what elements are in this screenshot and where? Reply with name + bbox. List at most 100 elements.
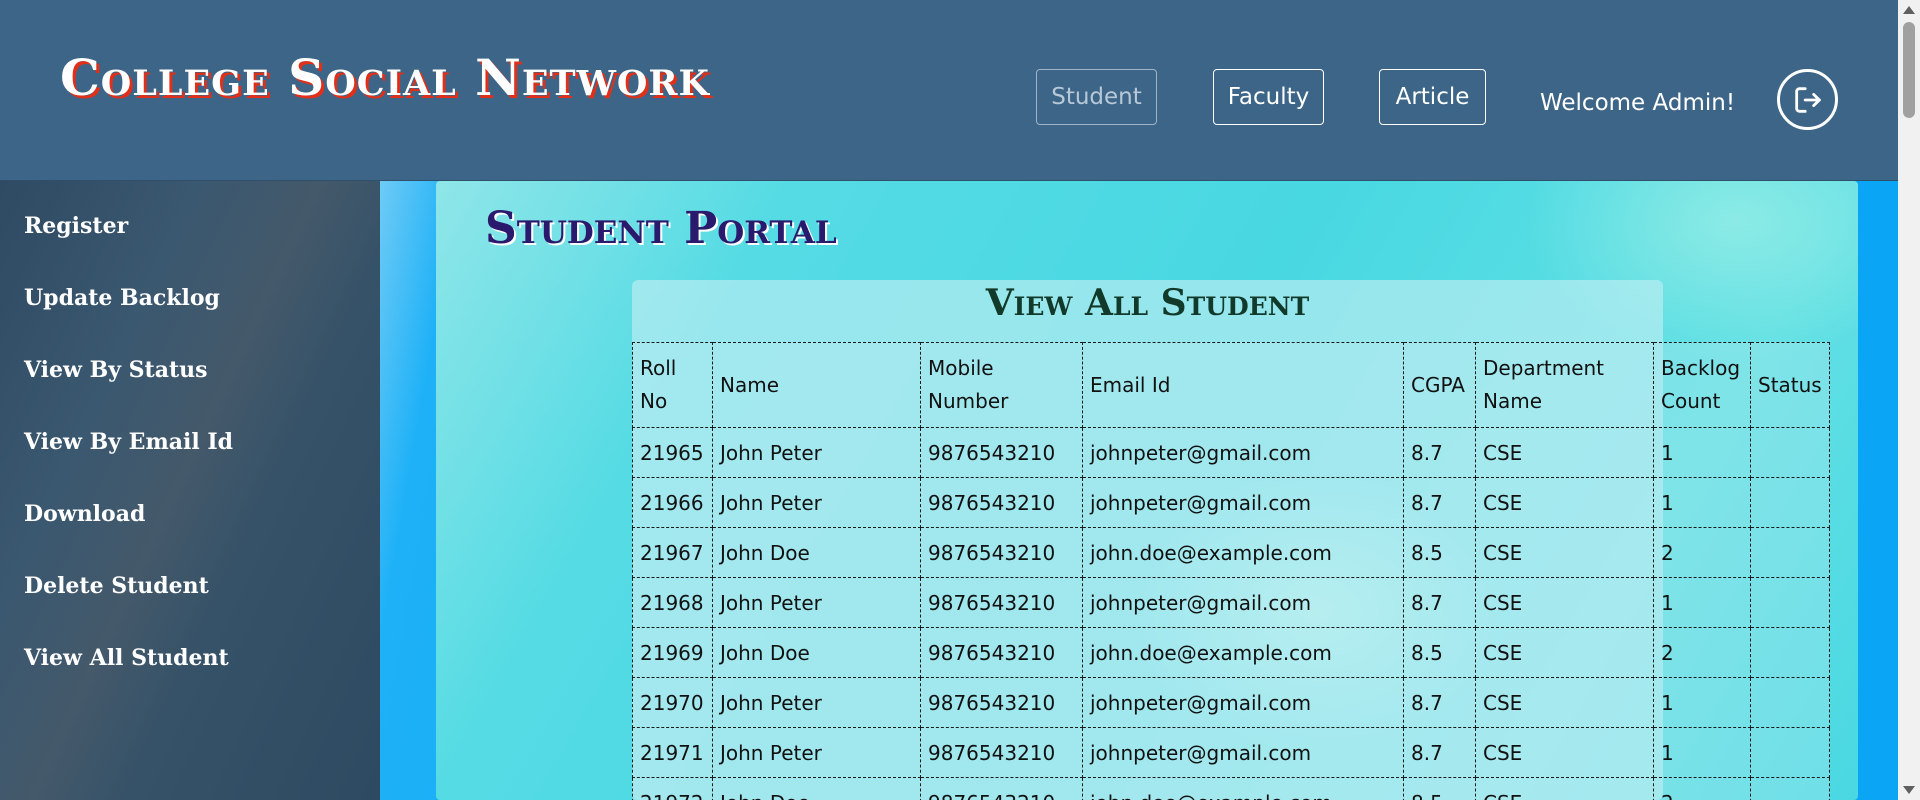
table-cell: 21969 <box>632 627 713 678</box>
table-header-row: Roll No Name Mobile Number Email Id CGPA… <box>632 342 1830 428</box>
student-table-wrapper: Roll No Name Mobile Number Email Id CGPA… <box>632 342 1830 800</box>
table-cell: 8.5 <box>1403 777 1476 800</box>
table-cell: 2 <box>1653 777 1751 800</box>
page-scrollbar[interactable] <box>1898 0 1920 800</box>
table-row: 21965 John Peter 9876543210 johnpeter@gmail… <box>632 427 1830 478</box>
table-cell: CSE <box>1475 527 1654 578</box>
table-cell: 8.7 <box>1403 577 1476 628</box>
table-cell: 1 <box>1653 427 1751 478</box>
table-cell <box>1750 627 1830 678</box>
table-cell: 9876543210 <box>920 527 1083 578</box>
table-cell: 8.7 <box>1403 677 1476 728</box>
table-cell: CSE <box>1475 777 1654 800</box>
scroll-down-icon[interactable] <box>1903 786 1915 794</box>
table-cell: 8.7 <box>1403 427 1476 478</box>
table-cell: johnpeter@gmail.com <box>1082 427 1404 478</box>
table-row: 21968 John Peter 9876543210 johnpeter@gmail… <box>632 577 1830 628</box>
table-row: 21971 John Peter 9876543210 johnpeter@gmail… <box>632 727 1830 778</box>
logout-button[interactable] <box>1777 69 1838 130</box>
table-cell <box>1750 777 1830 800</box>
table-cell: john.doe@example.com <box>1082 777 1404 800</box>
table-row: 21966 John Peter 9876543210 johnpeter@gmail… <box>632 477 1830 528</box>
table-cell: 2 <box>1653 527 1751 578</box>
column-header: Roll No <box>632 342 713 428</box>
brand-title: College Social Network <box>60 48 710 107</box>
top-header: College Social Network Student Faculty A… <box>0 0 1898 181</box>
nav-article-button[interactable]: Article <box>1379 69 1486 125</box>
sidebar-item-view-by-status[interactable]: View By Status <box>24 357 208 383</box>
table-cell: johnpeter@gmail.com <box>1082 677 1404 728</box>
welcome-text: Welcome Admin! <box>1540 90 1736 116</box>
table-cell <box>1750 477 1830 528</box>
table-cell <box>1750 677 1830 728</box>
table-cell: john.doe@example.com <box>1082 527 1404 578</box>
page-title: Student Portal <box>485 203 837 254</box>
sidebar-item-view-by-email[interactable]: View By Email Id <box>24 429 233 455</box>
table-cell: 21966 <box>632 477 713 528</box>
table-cell: 8.5 <box>1403 527 1476 578</box>
table-cell: CSE <box>1475 477 1654 528</box>
column-header: Status <box>1750 342 1830 428</box>
sidebar-item-download[interactable]: Download <box>24 501 145 527</box>
table-cell: john.doe@example.com <box>1082 627 1404 678</box>
table-cell: 1 <box>1653 727 1751 778</box>
table-cell: 1 <box>1653 577 1751 628</box>
table-row: 21969 John Doe 9876543210 john.doe@example.… <box>632 627 1830 678</box>
table-cell: 9876543210 <box>920 727 1083 778</box>
table-cell: 21972 <box>632 777 713 800</box>
table-cell: John Peter <box>712 427 921 478</box>
sidebar-item-register[interactable]: Register <box>24 213 128 239</box>
student-table: Roll No Name Mobile Number Email Id CGPA… <box>632 342 1830 800</box>
table-cell: John Peter <box>712 477 921 528</box>
scroll-up-icon[interactable] <box>1903 6 1915 14</box>
table-cell: 8.7 <box>1403 477 1476 528</box>
table-cell: John Peter <box>712 677 921 728</box>
table-cell: John Doe <box>712 627 921 678</box>
table-cell: 9876543210 <box>920 477 1083 528</box>
table-cell <box>1750 727 1830 778</box>
table-cell: CSE <box>1475 677 1654 728</box>
card-title: View All Student <box>985 282 1310 324</box>
table-cell <box>1750 527 1830 578</box>
table-cell: 21968 <box>632 577 713 628</box>
table-cell: CSE <box>1475 577 1654 628</box>
table-cell: 9876543210 <box>920 627 1083 678</box>
table-cell: 21970 <box>632 677 713 728</box>
sidebar: Register Update Backlog View By Status V… <box>0 181 380 800</box>
table-cell: 9876543210 <box>920 577 1083 628</box>
table-cell: 21971 <box>632 727 713 778</box>
table-cell: 1 <box>1653 677 1751 728</box>
column-header: CGPA <box>1403 342 1476 428</box>
table-cell <box>1750 427 1830 478</box>
table-cell: 2 <box>1653 627 1751 678</box>
column-header: Mobile Number <box>920 342 1083 428</box>
table-cell: johnpeter@gmail.com <box>1082 577 1404 628</box>
nav-faculty-button[interactable]: Faculty <box>1213 69 1324 125</box>
table-row: 21970 John Peter 9876543210 johnpeter@gmail… <box>632 677 1830 728</box>
column-header: Backlog Count <box>1653 342 1751 428</box>
table-cell: CSE <box>1475 727 1654 778</box>
sidebar-item-view-all-student[interactable]: View All Student <box>24 645 229 671</box>
nav-student-button[interactable]: Student <box>1036 69 1157 125</box>
table-cell: John Peter <box>712 727 921 778</box>
table-cell: 21965 <box>632 427 713 478</box>
table-cell: johnpeter@gmail.com <box>1082 727 1404 778</box>
table-cell: 9876543210 <box>920 777 1083 800</box>
column-header: Name <box>712 342 921 428</box>
table-cell: John Peter <box>712 577 921 628</box>
table-cell: 9876543210 <box>920 427 1083 478</box>
table-cell: johnpeter@gmail.com <box>1082 477 1404 528</box>
table-row: 21972John Doe9876543210john.doe@example.… <box>632 777 1830 800</box>
scroll-thumb[interactable] <box>1903 22 1915 118</box>
table-cell: John Doe <box>712 527 921 578</box>
table-row: 21967 John Doe 9876543210 john.doe@example.… <box>632 527 1830 578</box>
table-cell: 21967 <box>632 527 713 578</box>
sidebar-item-update-backlog[interactable]: Update Backlog <box>24 285 220 311</box>
column-header: Department Name <box>1475 342 1654 428</box>
table-cell: 9876543210 <box>920 677 1083 728</box>
table-cell: 8.5 <box>1403 627 1476 678</box>
sidebar-item-delete-student[interactable]: Delete Student <box>24 573 209 599</box>
logout-icon <box>1794 86 1821 113</box>
column-header: Email Id <box>1082 342 1404 428</box>
table-cell: John Doe <box>712 777 921 800</box>
